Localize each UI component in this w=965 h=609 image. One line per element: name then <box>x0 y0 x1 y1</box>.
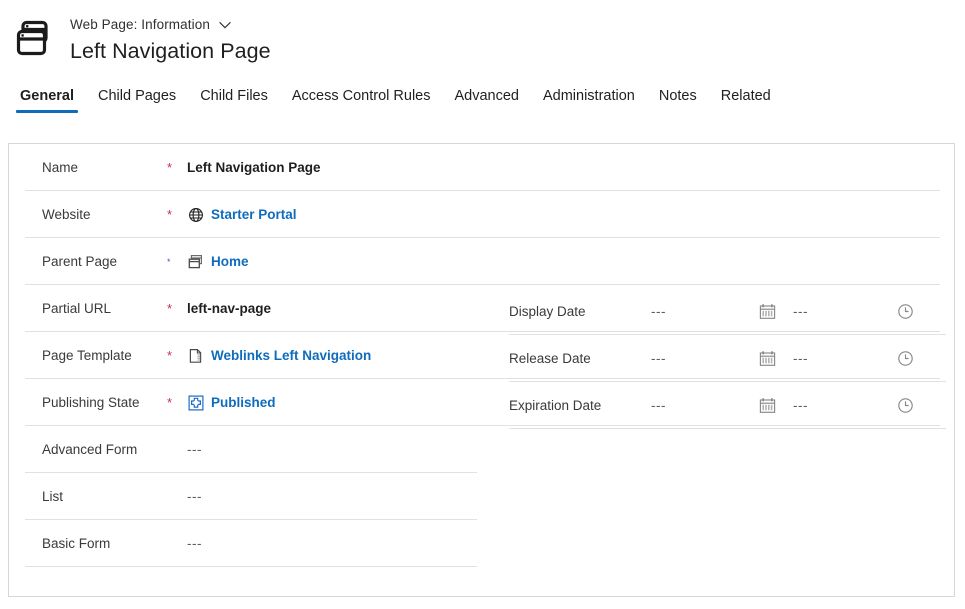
field-row-name[interactable]: Name * Left Navigation Page <box>9 144 940 191</box>
field-row-parent-page[interactable]: Parent Page * Home <box>9 238 940 285</box>
field-row-basic-form[interactable]: Basic Form --- <box>9 520 485 567</box>
page-title: Left Navigation Page <box>70 39 271 63</box>
form-left-column: Name * Left Navigation Page Website * St… <box>9 144 940 567</box>
form-right-column: Display Date --- --- Release Date --- --… <box>485 288 954 429</box>
field-value-page-template[interactable]: Weblinks Left Navigation <box>179 347 485 365</box>
field-value-release-date[interactable]: --- <box>651 351 759 366</box>
tab-related[interactable]: Related <box>709 87 783 114</box>
calendar-icon[interactable] <box>759 397 793 414</box>
tab-administration[interactable]: Administration <box>531 87 647 114</box>
field-value-display-time[interactable]: --- <box>793 304 897 319</box>
calendar-icon[interactable] <box>759 303 793 320</box>
entity-type-selector[interactable]: Web Page: Information <box>70 16 271 34</box>
field-row-publishing-state[interactable]: Publishing State * Published <box>9 379 940 426</box>
field-text-advanced-form: --- <box>187 441 202 457</box>
clock-icon[interactable] <box>897 350 931 367</box>
field-label-parent-page: Parent Page <box>42 253 118 269</box>
required-marker-page-template: * <box>167 347 173 363</box>
required-marker-partial-url: * <box>167 300 173 316</box>
field-row-website[interactable]: Website * Starter Portal <box>9 191 940 238</box>
clock-icon[interactable] <box>897 303 931 320</box>
field-label-page-template: Page Template <box>42 347 132 363</box>
field-row-page-template[interactable]: Page Template * Weblinks Left Navigation <box>9 332 940 379</box>
field-text-name: Left Navigation Page <box>187 159 321 175</box>
field-value-list[interactable]: --- <box>179 488 485 506</box>
entity-type-label: Web Page: Information <box>70 17 210 32</box>
field-value-parent-page[interactable]: Home <box>179 253 485 271</box>
header-text-block: Web Page: Information Left Navigation Pa… <box>70 14 271 66</box>
field-row-display-date[interactable]: Display Date --- --- <box>485 288 954 335</box>
field-value-website[interactable]: Starter Portal <box>179 206 485 224</box>
field-text-list: --- <box>187 488 202 504</box>
field-label-name: Name <box>42 159 79 175</box>
tab-child-files[interactable]: Child Files <box>188 87 280 114</box>
tab-strip: General Child Pages Child Files Access C… <box>0 72 965 114</box>
field-label-advanced-form: Advanced Form <box>42 441 138 457</box>
web-pages-icon <box>187 253 204 270</box>
tab-general[interactable]: General <box>8 87 86 114</box>
field-label-publishing-state: Publishing State <box>42 394 140 410</box>
general-form-panel: Name * Left Navigation Page Website * St… <box>8 143 955 597</box>
required-marker-website: * <box>167 206 173 222</box>
clock-icon[interactable] <box>897 397 931 414</box>
chevron-down-icon[interactable] <box>217 17 233 33</box>
tab-access-control-rules[interactable]: Access Control Rules <box>280 87 443 114</box>
page-header: Web Page: Information Left Navigation Pa… <box>0 0 965 72</box>
field-label-release-date: Release Date <box>509 351 591 366</box>
tab-advanced[interactable]: Advanced <box>442 87 531 114</box>
globe-icon <box>187 206 204 223</box>
field-label-basic-form: Basic Form <box>42 535 111 551</box>
field-value-display-date[interactable]: --- <box>651 304 759 319</box>
page-template-icon <box>187 347 204 364</box>
calendar-icon[interactable] <box>759 350 793 367</box>
tab-notes[interactable]: Notes <box>647 87 709 114</box>
field-label-expiration-date: Expiration Date <box>509 398 602 413</box>
web-pages-icon <box>10 14 60 64</box>
field-label-display-date: Display Date <box>509 304 586 319</box>
field-label-website: Website <box>42 206 91 222</box>
field-value-publishing-state[interactable]: Published <box>179 394 485 412</box>
field-label-list: List <box>42 488 64 504</box>
field-link-page-template[interactable]: Weblinks Left Navigation <box>211 347 371 365</box>
field-value-release-time[interactable]: --- <box>793 351 897 366</box>
field-row-partial-url[interactable]: Partial URL * left-nav-page <box>9 285 940 332</box>
field-row-advanced-form[interactable]: Advanced Form --- <box>9 426 485 473</box>
field-link-website[interactable]: Starter Portal <box>211 206 297 224</box>
field-value-expiration-date[interactable]: --- <box>651 398 759 413</box>
field-row-release-date[interactable]: Release Date --- --- <box>485 335 954 382</box>
field-value-basic-form[interactable]: --- <box>179 535 485 553</box>
field-value-partial-url[interactable]: left-nav-page <box>179 300 485 318</box>
field-link-parent-page[interactable]: Home <box>211 253 249 271</box>
required-marker-name: * <box>167 159 173 175</box>
field-value-expiration-time[interactable]: --- <box>793 398 897 413</box>
field-row-expiration-date[interactable]: Expiration Date --- --- <box>485 382 954 429</box>
field-link-publishing-state[interactable]: Published <box>211 394 276 412</box>
required-marker-parent-page: * <box>167 256 171 267</box>
field-value-name[interactable]: Left Navigation Page <box>179 159 485 177</box>
field-row-list[interactable]: List --- <box>9 473 485 520</box>
field-text-basic-form: --- <box>187 535 202 551</box>
required-marker-publishing-state: * <box>167 394 173 410</box>
field-value-advanced-form[interactable]: --- <box>179 441 485 459</box>
field-label-partial-url: Partial URL <box>42 300 112 316</box>
publishing-state-icon <box>187 394 204 411</box>
tab-child-pages[interactable]: Child Pages <box>86 87 188 114</box>
field-text-partial-url: left-nav-page <box>187 300 272 316</box>
